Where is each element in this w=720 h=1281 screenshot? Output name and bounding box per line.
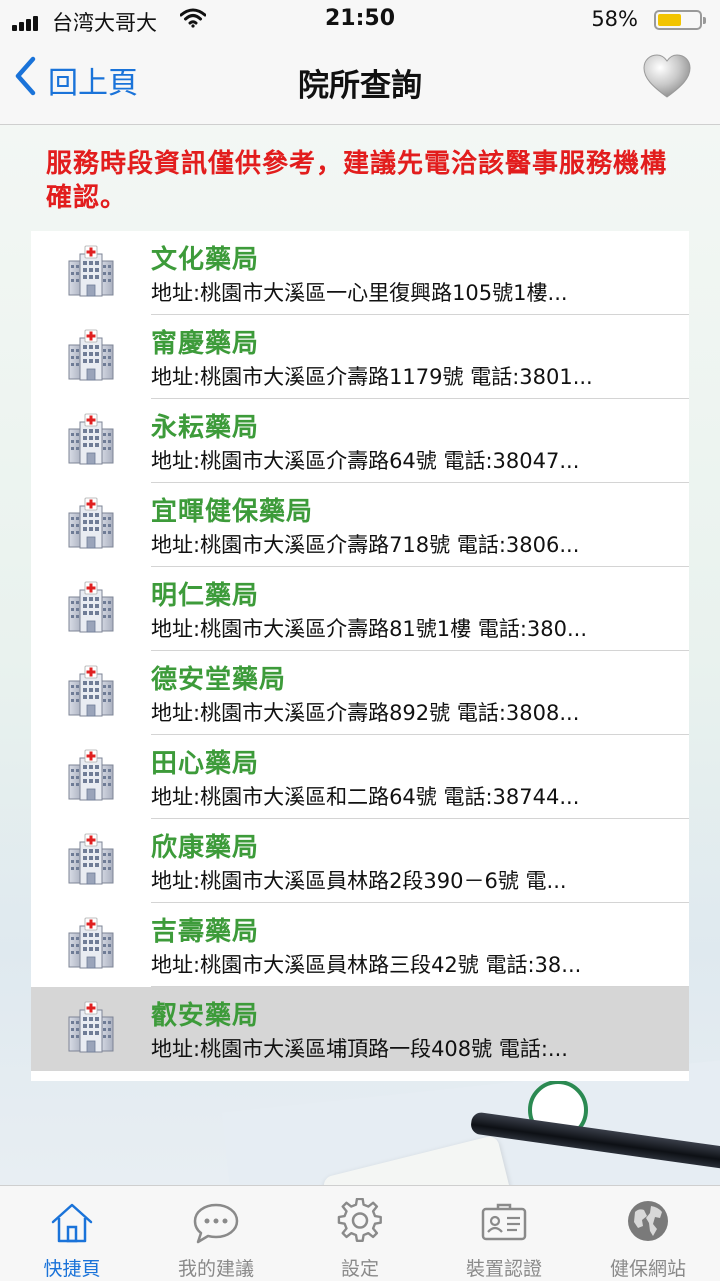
tab-settings[interactable]: 設定 xyxy=(288,1186,432,1281)
tab-shortcuts[interactable]: 快捷頁 xyxy=(0,1186,144,1281)
pharmacy-list-item[interactable]: 吉壽藥局地址:桃園市大溪區員林路三段42號 電話:38... xyxy=(31,903,689,987)
pharmacy-name: 德安堂藥局 xyxy=(151,665,287,695)
tab-label: 設定 xyxy=(340,1258,379,1280)
pharmacy-list: 文化藥局 地址:桃園市大溪區一心里復興路105號1樓... 甯慶藥局 地址:桃園市大… xyxy=(31,231,689,1081)
pharmacy-address: 地址:桃園市大溪區介壽路1179號 電話:3801... xyxy=(151,365,593,389)
tab-label: 健保網站 xyxy=(609,1258,686,1280)
pharmacy-address: 地址:桃園市大溪區介壽路718號 電話:3806... xyxy=(151,533,580,557)
tab-label: 裝置認證 xyxy=(465,1258,542,1280)
service-notice: 服務時段資訊僅供參考，建議先電洽該醫事服務機構確認。 xyxy=(46,149,668,213)
pharmacy-address: 地址:桃園市大溪區員林路2段390－6號 電... xyxy=(151,869,567,893)
pharmacy-list-item[interactable]: 欣康藥局地址:桃園市大溪區員林路2段390－6號 電... xyxy=(31,819,689,903)
battery-percent: 58% xyxy=(591,7,638,31)
hospital-building-icon xyxy=(68,497,114,549)
chat-bubble-icon xyxy=(193,1203,239,1244)
pharmacy-name: 叡安藥局 xyxy=(151,1001,260,1031)
hospital-building-icon xyxy=(68,665,114,717)
tab-label: 快捷頁 xyxy=(43,1258,101,1280)
pharmacy-address: 地址:桃園市大溪區和二路64號 電話:38744... xyxy=(151,785,580,809)
hospital-building-icon xyxy=(68,413,114,465)
pharmacy-address: 地址:桃園市大溪區一心里復興路105號1樓... xyxy=(151,281,568,305)
tab-device-auth[interactable]: 裝置認證 xyxy=(432,1186,576,1281)
hospital-building-icon xyxy=(68,917,114,969)
pharmacy-list-item[interactable]: 叡安藥局地址:桃園市大溪區埔頂路一段408號 電話:... xyxy=(31,987,689,1071)
pharmacy-list-item[interactable]: 明仁藥局地址:桃園市大溪區介壽路81號1樓 電話:380... xyxy=(31,567,689,651)
pharmacy-address: 地址:桃園市大溪區介壽路64號 電話:38047... xyxy=(151,449,580,473)
navigation-bar: 回上頁 院所查詢 xyxy=(0,40,720,125)
pharmacy-name: 甯慶藥局 xyxy=(151,329,260,359)
pharmacy-name: 田心藥局 xyxy=(151,749,260,779)
home-icon xyxy=(51,1203,93,1243)
pharmacy-name: 文化藥局 xyxy=(151,245,260,275)
pharmacy-address: 地址:桃園市大溪區員林路三段42號 電話:38... xyxy=(151,953,582,977)
gear-icon xyxy=(337,1198,382,1242)
hospital-building-icon xyxy=(68,749,114,801)
id-card-icon xyxy=(481,1203,527,1241)
pharmacy-list-item[interactable]: 宜暉健保藥局地址:桃園市大溪區介壽路718號 電話:3806... xyxy=(31,483,689,567)
pharmacy-address: 地址:桃園市大溪區介壽路81號1樓 電話:380... xyxy=(151,617,588,641)
pharmacy-name: 明仁藥局 xyxy=(151,581,260,611)
pharmacy-name: 宜暉健保藥局 xyxy=(151,497,314,527)
tab-label: 我的建議 xyxy=(177,1258,254,1280)
pharmacy-list-item[interactable]: 田心藥局地址:桃園市大溪區和二路64號 電話:38744... xyxy=(31,735,689,819)
tab-nhi-website[interactable]: 健保網站 xyxy=(576,1186,720,1281)
pharmacy-list-item[interactable]: 德安堂藥局地址:桃園市大溪區介壽路892號 電話:3808... xyxy=(31,651,689,735)
pharmacy-name: 吉壽藥局 xyxy=(151,917,260,947)
tab-bar: 快捷頁 我的建議 設定 裝置認證 健保網站 xyxy=(0,1185,720,1281)
hospital-building-icon xyxy=(68,833,114,885)
pharmacy-list-item[interactable]: 文化藥局地址:桃園市大溪區一心里復興路105號1樓... xyxy=(31,231,689,315)
list-footer xyxy=(31,1071,689,1081)
status-bar: 台湾大哥大 21:50 58% xyxy=(0,0,720,40)
pharmacy-name: 欣康藥局 xyxy=(151,833,260,863)
tab-my-suggestions[interactable]: 我的建議 xyxy=(144,1186,288,1281)
page-title: 院所查詢 xyxy=(298,68,422,104)
hospital-building-icon xyxy=(68,245,114,297)
battery-icon xyxy=(654,10,706,30)
hospital-building-icon xyxy=(68,329,114,381)
battery-fill xyxy=(658,14,681,26)
hospital-building-icon xyxy=(68,1001,114,1053)
pharmacy-list-item[interactable]: 永耘藥局地址:桃園市大溪區介壽路64號 電話:38047... xyxy=(31,399,689,483)
hospital-building-icon xyxy=(68,581,114,633)
pharmacy-address: 地址:桃園市大溪區埔頂路一段408號 電話:... xyxy=(151,1037,568,1061)
pharmacy-list-item[interactable]: 甯慶藥局地址:桃園市大溪區介壽路1179號 電話:3801... xyxy=(31,315,689,399)
pharmacy-name: 永耘藥局 xyxy=(151,413,260,443)
pharmacy-address: 地址:桃園市大溪區介壽路892號 電話:3808... xyxy=(151,701,580,725)
heart-icon[interactable] xyxy=(642,54,692,104)
globe-icon xyxy=(628,1201,668,1241)
